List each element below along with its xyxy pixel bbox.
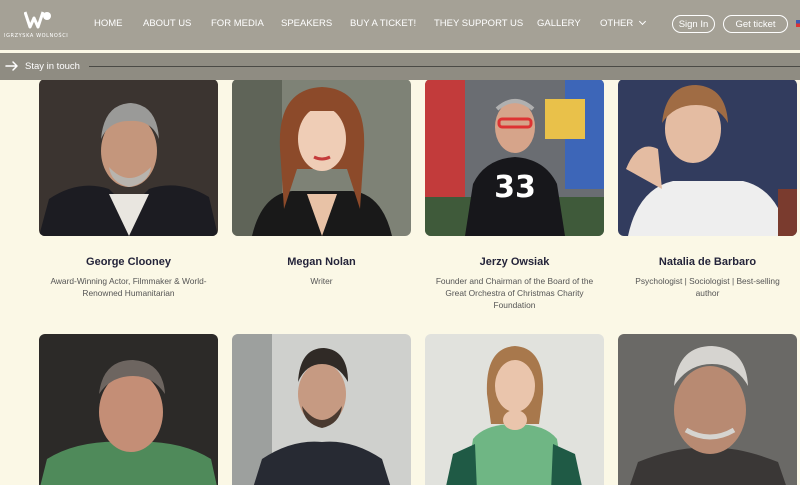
nav-other-label: OTHER bbox=[600, 18, 634, 29]
site-header: IGRZYSKA WOLNOŚCI HOME ABOUT US FOR MEDI… bbox=[0, 0, 800, 50]
speaker-name: Jerzy Owsiak bbox=[479, 256, 550, 268]
speaker-photo[interactable] bbox=[39, 79, 218, 236]
speaker-photo[interactable] bbox=[39, 334, 218, 485]
speaker-photo[interactable]: 33 bbox=[425, 79, 604, 236]
speaker-photo[interactable] bbox=[232, 334, 411, 485]
speaker-name: Natalia de Barbaro bbox=[658, 256, 757, 268]
speaker-role: Writer bbox=[310, 276, 333, 286]
language-flag-icon[interactable] bbox=[796, 20, 800, 27]
nav-home[interactable]: HOME bbox=[94, 18, 123, 29]
nav-other[interactable]: OTHER bbox=[600, 17, 647, 29]
speaker-name: George Clooney bbox=[86, 256, 171, 268]
speaker-photo[interactable] bbox=[425, 334, 604, 485]
speaker-role: Founder and Chairman of the Board of the… bbox=[435, 276, 594, 310]
nav-buy-ticket[interactable]: BUY A TICKET! bbox=[350, 18, 416, 29]
speaker-photo[interactable] bbox=[618, 334, 797, 485]
site-logo[interactable]: IGRZYSKA WOLNOŚCI bbox=[4, 8, 70, 42]
speaker-photo[interactable] bbox=[618, 79, 797, 236]
speaker-role: Award-Winning Actor, Filmmaker & World-R… bbox=[50, 276, 207, 298]
logo-text: IGRZYSKA WOLNOŚCI bbox=[4, 33, 69, 39]
speaker-name: Megan Nolan bbox=[287, 256, 356, 268]
nav-gallery[interactable]: GALLERY bbox=[537, 18, 581, 29]
speaker-photo[interactable] bbox=[232, 79, 411, 236]
nav-about-us[interactable]: ABOUT US bbox=[143, 18, 191, 29]
stay-in-touch-bar[interactable]: Stay in touch bbox=[0, 53, 800, 80]
stay-in-touch-label: Stay in touch bbox=[25, 61, 80, 72]
speaker-role: Psychologist | Sociologist | Best-sellin… bbox=[635, 276, 780, 298]
svg-text:33: 33 bbox=[494, 170, 536, 205]
nav-they-support-us[interactable]: THEY SUPPORT US bbox=[434, 18, 523, 29]
divider-line bbox=[89, 66, 800, 67]
get-ticket-button[interactable]: Get ticket bbox=[723, 15, 788, 33]
sign-in-button[interactable]: Sign In bbox=[672, 15, 715, 33]
logo-mark-icon bbox=[24, 11, 51, 29]
arrow-right-icon bbox=[5, 61, 18, 71]
nav-for-media[interactable]: FOR MEDIA bbox=[211, 18, 264, 29]
nav-speakers[interactable]: SPEAKERS bbox=[281, 18, 332, 29]
chevron-down-icon bbox=[639, 17, 647, 26]
